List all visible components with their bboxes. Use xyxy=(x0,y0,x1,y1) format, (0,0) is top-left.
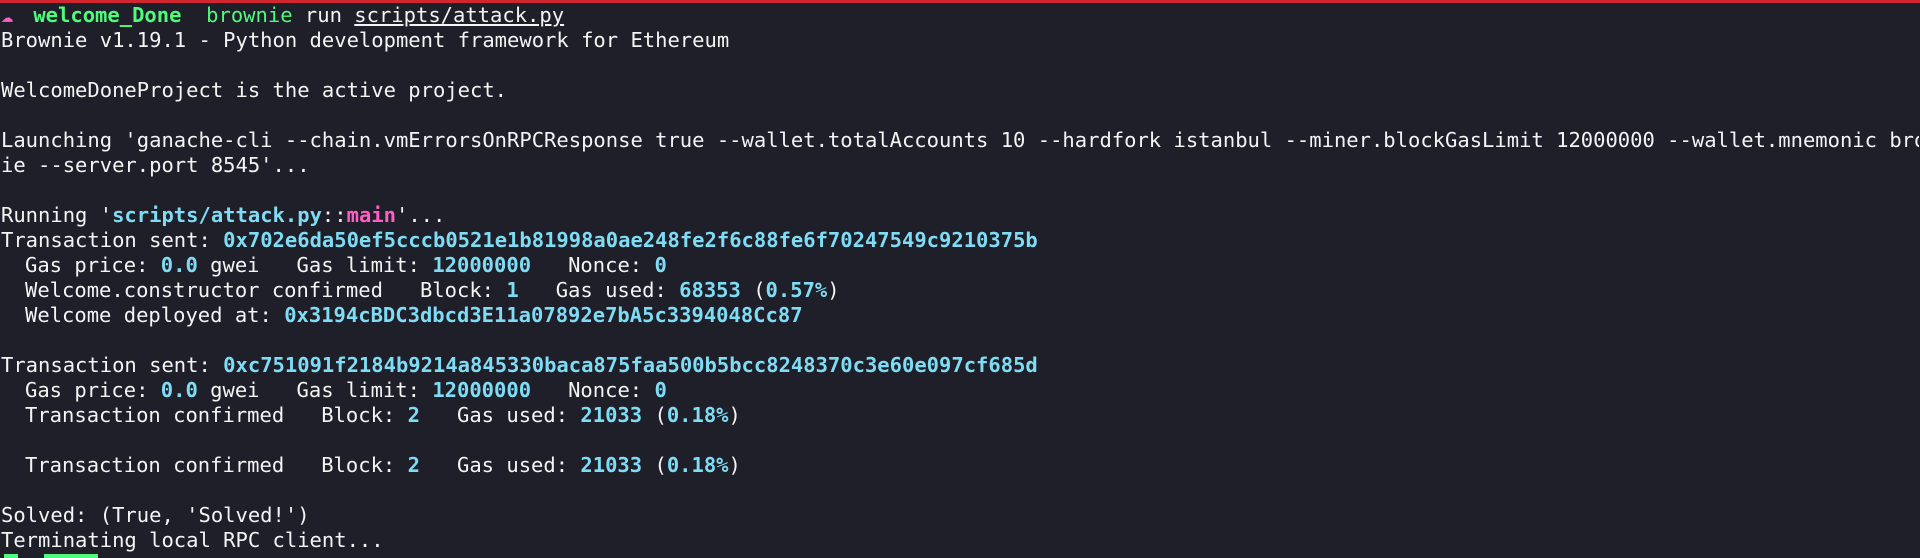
prompt-directory: welcome_Done xyxy=(33,3,182,27)
cloud-icon: ☁ xyxy=(1,3,14,27)
gas-used-percent: 0.18% xyxy=(666,403,729,427)
block-number: 2 xyxy=(407,403,420,427)
prompt-line: ☁ welcome_Done brownie run scripts/attac… xyxy=(1,3,1919,28)
gas-info-line: Gas price: 0.0 gwei Gas limit: 12000000 … xyxy=(25,253,667,277)
deployed-line: Welcome deployed at: 0x3194cBDC3dbcd3E11… xyxy=(25,303,803,327)
gas-limit: 12000000 xyxy=(432,378,532,402)
terminating-line: Terminating local RPC client... xyxy=(1,528,384,552)
tx-sent-line: Transaction sent: 0xc751091f2184b9214a84… xyxy=(1,353,1038,377)
gas-used: 21033 xyxy=(580,403,643,427)
nonce: 0 xyxy=(654,378,667,402)
gas-used-percent: 0.57% xyxy=(765,278,828,302)
gas-price: 0.0 xyxy=(160,378,198,402)
running-line: Running 'scripts/attack.py::main'... xyxy=(1,203,446,227)
running-script: scripts/attack.py xyxy=(112,203,322,227)
gas-limit: 12000000 xyxy=(432,253,532,277)
terminal-output[interactable]: ☁ welcome_Done brownie run scripts/attac… xyxy=(1,3,1919,553)
contract-address: 0x3194cBDC3dbcd3E11a07892e7bA5c3394048Cc… xyxy=(284,303,803,327)
prompt-script-path: scripts/attack.py xyxy=(354,3,565,27)
prompt-args: run xyxy=(304,3,342,27)
gas-used: 68353 xyxy=(679,278,741,302)
gas-info-line: Gas price: 0.0 gwei Gas limit: 12000000 … xyxy=(25,378,667,402)
launching-line-wrap: ie --server.port 8545'... xyxy=(1,153,310,177)
block-number: 2 xyxy=(407,453,420,477)
block-number: 1 xyxy=(506,278,519,302)
next-prompt-partial xyxy=(0,538,200,558)
tx-sent-line: Transaction sent: 0x702e6da50ef5cccb0521… xyxy=(1,228,1038,252)
solved-line: Solved: (True, 'Solved!') xyxy=(1,503,310,527)
tx-hash: 0xc751091f2184b9214a845330baca875faa500b… xyxy=(223,353,1038,377)
prompt-command: brownie xyxy=(206,3,293,27)
banner-line: Brownie v1.19.1 - Python development fra… xyxy=(1,28,730,52)
gas-used: 21033 xyxy=(580,453,643,477)
tx-hash: 0x702e6da50ef5cccb0521e1b81998a0ae248fe2… xyxy=(223,228,1038,252)
confirmed-line: Transaction confirmed Block: 2 Gas used:… xyxy=(25,453,741,477)
gas-used-percent: 0.18% xyxy=(666,453,729,477)
running-function: main xyxy=(346,203,396,227)
launching-line: Launching 'ganache-cli --chain.vmErrorsO… xyxy=(1,128,1919,152)
gas-price: 0.0 xyxy=(160,253,198,277)
confirmed-line: Transaction confirmed Block: 2 Gas used:… xyxy=(25,403,741,427)
nonce: 0 xyxy=(654,253,667,277)
active-project-line: WelcomeDoneProject is the active project… xyxy=(1,78,508,102)
confirmed-line: Welcome.constructor confirmed Block: 1 G… xyxy=(25,278,840,302)
